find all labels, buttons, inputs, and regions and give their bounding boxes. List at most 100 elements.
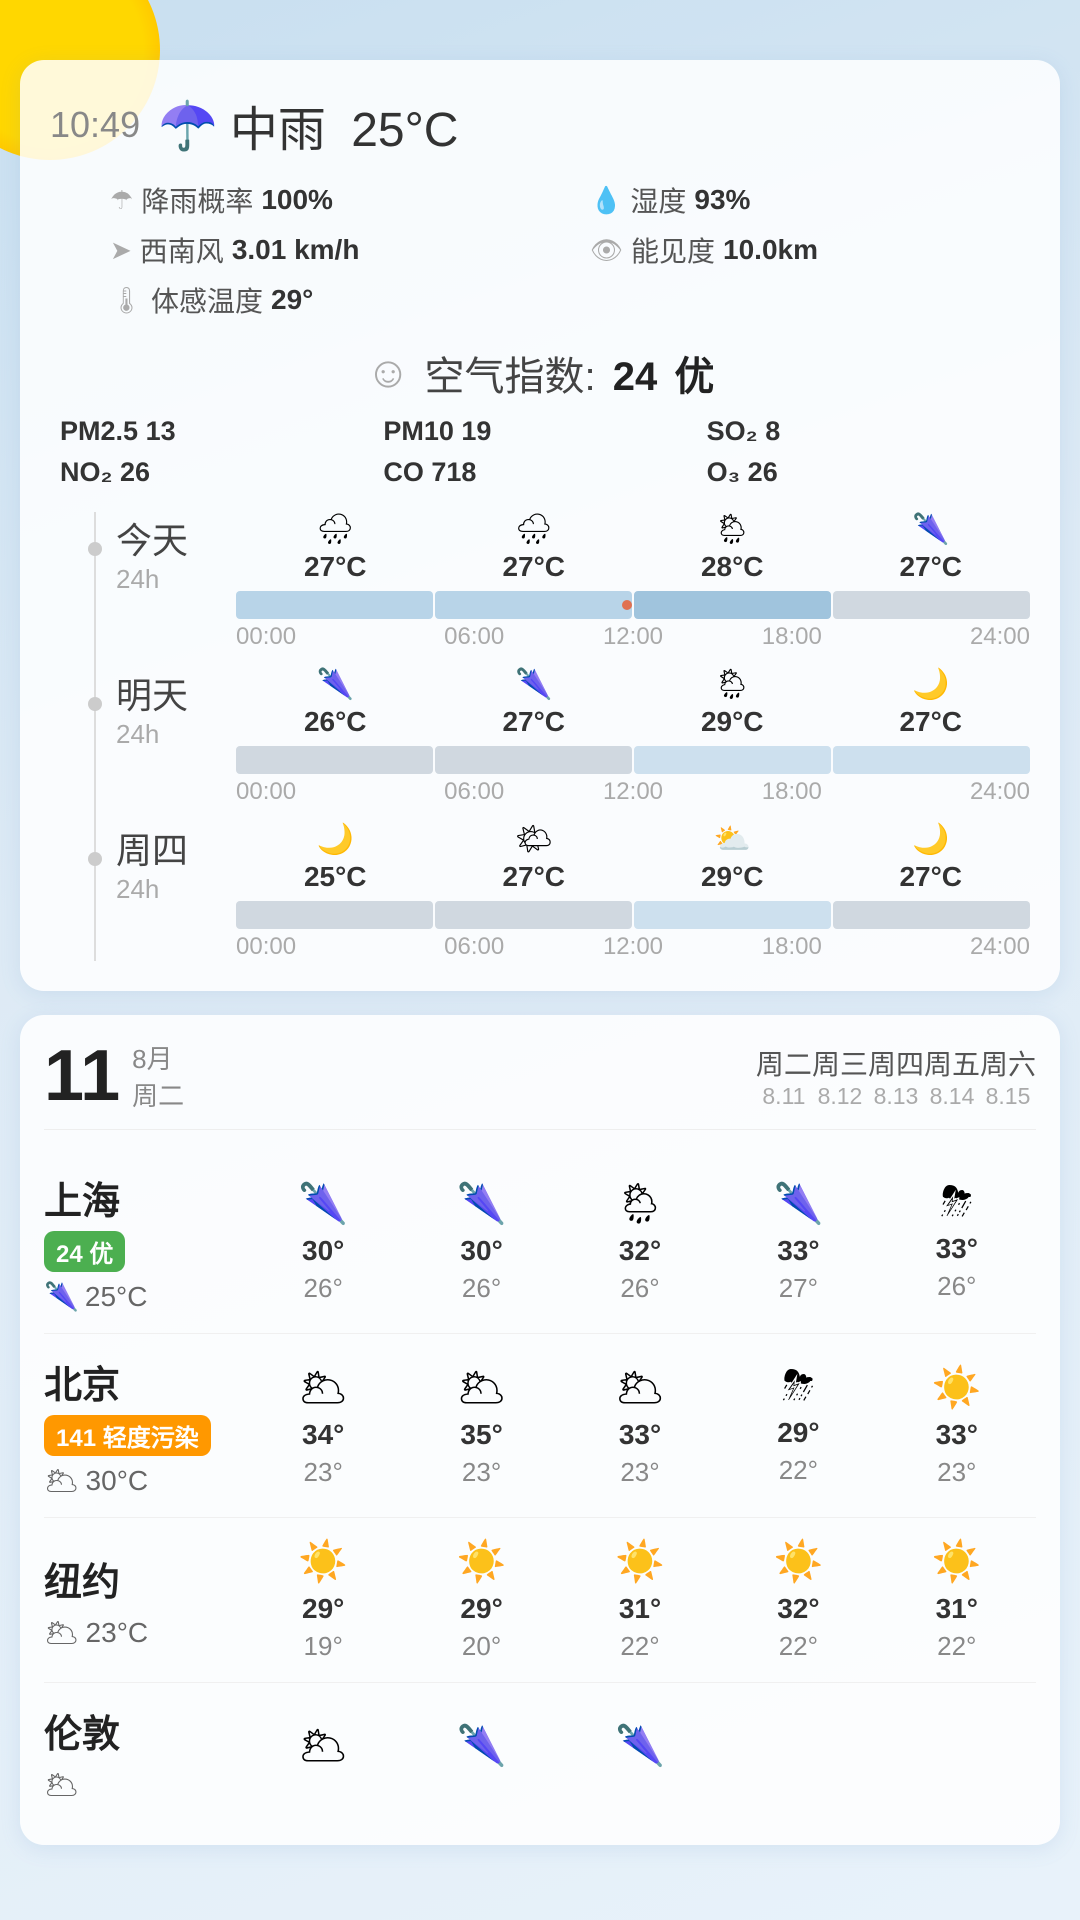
- city-row-beijing[interactable]: 北京 141 轻度污染 🌥 30°C 🌥 34° 23° 🌥 35° 23°: [44, 1334, 1036, 1518]
- newyork-day-1: ☀️ 29° 20°: [402, 1538, 560, 1662]
- beijing-day-0: 🌥 34° 23°: [244, 1364, 402, 1488]
- bar-t-seg-0: [236, 746, 433, 774]
- bar-t-seg-1: [435, 746, 632, 774]
- london-day-2: 🌂: [561, 1722, 719, 1783]
- beijing-day-4: ☀️ 33° 23°: [878, 1364, 1036, 1488]
- newyork-day-2: ☀️ 31° 22°: [561, 1538, 719, 1662]
- week-col-4: 周六 8.15: [980, 1043, 1036, 1110]
- city-name-beijing: 北京: [44, 1354, 244, 1409]
- so2-item: SO₂ 8: [707, 416, 1030, 447]
- week-col-3: 周五 8.14: [924, 1043, 980, 1110]
- beijing-day-3: ⛈ 29° 22°: [719, 1364, 877, 1488]
- bar-seg-2: [634, 591, 831, 619]
- week-col-0: 周二 8.11: [756, 1043, 812, 1110]
- forecast-content-tomorrow: 🌂 26°C 🌂 27°C 🌦 29°C: [236, 667, 1030, 806]
- city-row-london[interactable]: 伦敦 🌥 🌥 🌂 🌂: [44, 1683, 1036, 1821]
- hour-item-t3: 🌙 27°C: [832, 667, 1031, 738]
- city-days-shanghai: 🌂 30° 26° 🌂 30° 26° 🌦 32° 26° 🌂 33°: [244, 1180, 1036, 1304]
- aqi-badge-beijing: 141 轻度污染: [44, 1415, 211, 1456]
- london-day-0: 🌥: [244, 1722, 402, 1783]
- hour-item-th1: 🌤 27°C: [435, 822, 634, 893]
- air-title-row: ☺ 空气指数: 24 优: [50, 344, 1030, 402]
- weather-details: ☂ 降雨概率 100% 💧 湿度 93% ➤ 西南风 3.01 km/h 👁 能…: [110, 180, 1030, 320]
- o3-item: O₃ 26: [707, 457, 1030, 488]
- city-info-beijing: 北京 141 轻度污染 🌥 30°C: [44, 1354, 244, 1497]
- date-header: 11 8月 周二 周二 8.11 周三 8.12 周四 8.13: [44, 1039, 1036, 1130]
- date-weekday: 周二: [132, 1076, 184, 1113]
- shanghai-day-3: 🌂 33° 27°: [719, 1180, 877, 1304]
- bar-th-seg-3: [833, 901, 1030, 929]
- temp-bar-today: [236, 591, 1030, 619]
- rain-prob-item: ☂ 降雨概率 100%: [110, 180, 550, 220]
- hour-item-th0: 🌙 25°C: [236, 822, 435, 893]
- city-info-london: 伦敦 🌥: [44, 1703, 244, 1801]
- forecast-dot-tomorrow: [88, 697, 102, 711]
- hour-item-2: 🌦 28°C: [633, 512, 832, 583]
- hour-item-t0: 🌂 26°C: [236, 667, 435, 738]
- humidity-icon: 💧: [590, 185, 622, 216]
- bar-seg-1: [435, 591, 632, 619]
- city-name-london: 伦敦: [44, 1703, 244, 1758]
- newyork-day-0: ☀️ 29° 19°: [244, 1538, 402, 1662]
- hour-item-t1: 🌂 27°C: [435, 667, 634, 738]
- bar-seg-0: [236, 591, 433, 619]
- date-sub: 8月 周二: [132, 1039, 184, 1113]
- no2-item: NO₂ 26: [60, 457, 383, 488]
- forecast-section: 今天 24h 🌧 27°C 🌧 27°C: [50, 512, 1030, 961]
- time-label: 10:49: [50, 104, 140, 146]
- hour-item-0: 🌧 27°C: [236, 512, 435, 583]
- city-days-beijing: 🌥 34° 23° 🌥 35° 23° 🌥 33° 23° ⛈ 29°: [244, 1364, 1036, 1488]
- newyork-day-4: ☀️ 31° 22°: [878, 1538, 1036, 1662]
- hour-item-t2: 🌦 29°C: [633, 667, 832, 738]
- forecast-row-thu: 周四 24h 🌙 25°C 🌤 27°C: [66, 822, 1030, 961]
- week-col-1: 周三 8.12: [812, 1043, 868, 1110]
- hour-item-3: 🌂 27°C: [832, 512, 1031, 583]
- bar-th-seg-0: [236, 901, 433, 929]
- forecast-dot-thu: [88, 852, 102, 866]
- hour-labels-tomorrow: 00:00 06:00 12:00 18:00 24:00: [236, 778, 1030, 806]
- forecast-row-tomorrow: 明天 24h 🌂 26°C 🌂 27°C: [66, 667, 1030, 806]
- bar-th-seg-1: [435, 901, 632, 929]
- current-weather-row: 10:49 ☂️ 中雨 25°C: [50, 90, 1030, 160]
- forecast-dot-today: [88, 542, 102, 556]
- visibility-item: 👁 能见度 10.0km: [590, 230, 1030, 270]
- week-col-2: 周四 8.13: [868, 1043, 924, 1110]
- rain-prob-icon: ☂: [110, 185, 133, 216]
- london-day-4: [878, 1722, 1036, 1783]
- forecast-content-thu: 🌙 25°C 🌤 27°C ⛅ 29°C: [236, 822, 1030, 961]
- city-days-newyork: ☀️ 29° 19° ☀️ 29° 20° ☀️ 31° 22° ☀️ 32°: [244, 1538, 1036, 1662]
- shanghai-day-0: 🌂 30° 26°: [244, 1180, 402, 1304]
- bar-seg-3: [833, 591, 1030, 619]
- hour-item-th2: ⛅ 29°C: [633, 822, 832, 893]
- date-month: 8月: [132, 1039, 184, 1076]
- current-description: 中雨 25°C: [230, 90, 459, 160]
- london-day-1: 🌂: [402, 1722, 560, 1783]
- hour-item-th3: 🌙 27°C: [832, 822, 1031, 893]
- shanghai-day-4: ⛈ 33° 26°: [878, 1180, 1036, 1304]
- smiley-icon: ☺: [366, 348, 411, 398]
- air-details: PM2.5 13 PM10 19 SO₂ 8 NO₂ 26 CO 718: [50, 416, 1030, 488]
- city-info-newyork: 纽约 🌥 23°C: [44, 1551, 244, 1649]
- co-item: CO 718: [383, 457, 706, 488]
- forecast-label-today: 今天 24h: [116, 512, 236, 595]
- pm25-item: PM2.5 13: [60, 416, 383, 447]
- forecast-label-tomorrow: 明天 24h: [116, 667, 236, 750]
- bar-th-seg-2: [634, 901, 831, 929]
- week-columns: 周二 8.11 周三 8.12 周四 8.13 周五 8.14 周六 8.1: [756, 1043, 1036, 1110]
- city-current-temp-london: 🌥: [44, 1768, 244, 1801]
- thermometer-icon: 🌡: [110, 285, 143, 316]
- bar-t-seg-3: [833, 746, 1030, 774]
- pm10-item: PM10 19: [383, 416, 706, 447]
- london-day-3: [719, 1722, 877, 1783]
- city-name-shanghai: 上海: [44, 1170, 244, 1225]
- city-info-shanghai: 上海 24 优 🌂 25°C: [44, 1170, 244, 1313]
- city-current-temp-beijing: 🌥 30°C: [44, 1464, 244, 1497]
- forecast-content-today: 🌧 27°C 🌧 27°C 🌦 28°C: [236, 512, 1030, 651]
- feel-temp-item: 🌡 体感温度 29°: [110, 280, 550, 320]
- wind-item: ➤ 西南风 3.01 km/h: [110, 230, 550, 270]
- city-row-newyork[interactable]: 纽约 🌥 23°C ☀️ 29° 19° ☀️ 29° 20°: [44, 1518, 1036, 1683]
- city-row-shanghai[interactable]: 上海 24 优 🌂 25°C 🌂 30° 26° 🌂 30° 26°: [44, 1150, 1036, 1334]
- air-quality-section: ☺ 空气指数: 24 优 PM2.5 13 PM10 19 SO₂: [50, 344, 1030, 488]
- city-name-newyork: 纽约: [44, 1551, 244, 1606]
- wind-icon: ➤: [110, 235, 132, 266]
